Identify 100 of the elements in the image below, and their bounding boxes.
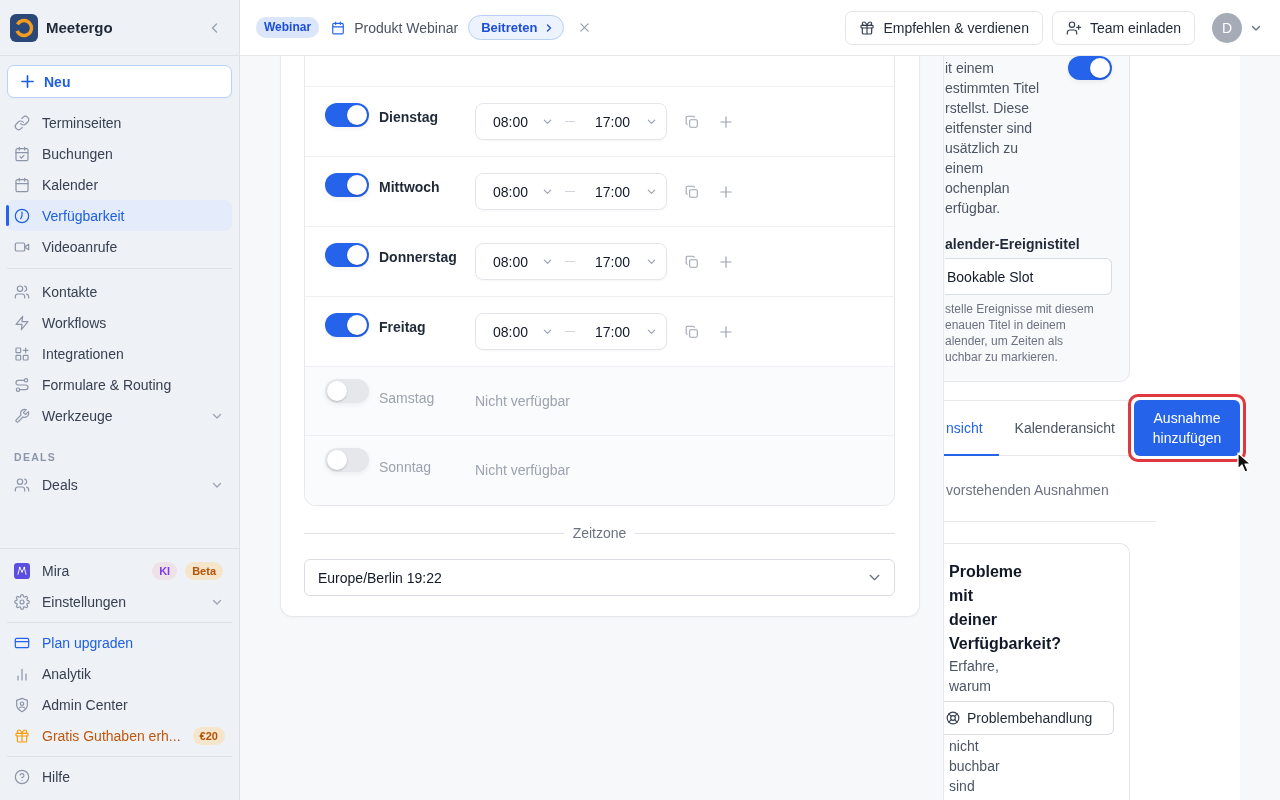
sidebar-item[interactable]: Admin Center bbox=[6, 689, 232, 720]
sidebar-item[interactable]: Werkzeuge bbox=[6, 400, 232, 431]
people-icon bbox=[14, 283, 30, 300]
sidebar-item[interactable]: Formulare & Routing bbox=[6, 369, 232, 400]
shield-user-icon bbox=[14, 696, 30, 713]
sidebar-item[interactable]: Terminseiten bbox=[6, 107, 232, 138]
end-time-select[interactable]: 17:00 bbox=[595, 253, 658, 270]
help-title: Probleme mit deiner Verfügbarkeit? bbox=[949, 562, 1063, 654]
sidebar-item[interactable]: Integrationen bbox=[6, 338, 232, 369]
sidebar-item[interactable]: Plan upgraden bbox=[6, 627, 232, 658]
toggle-switch[interactable] bbox=[325, 379, 369, 403]
start-time-select[interactable]: 08:00 bbox=[493, 253, 554, 270]
copy-icon[interactable] bbox=[685, 255, 699, 269]
toggle-switch[interactable] bbox=[325, 173, 369, 197]
clock-icon bbox=[14, 207, 30, 224]
sidebar-item[interactable]: Videoanrufe bbox=[6, 231, 232, 262]
day-label: Donnerstag bbox=[379, 248, 458, 267]
help-icon bbox=[14, 768, 30, 785]
description-text: it einem estimmten Titel rstellst. Diese eitfenster sind usätzlich zu einem ochenplan erfügbar. bbox=[945, 59, 1040, 218]
time-range-field[interactable]: 08:00 17:00 bbox=[475, 313, 667, 350]
calendar-icon bbox=[331, 20, 346, 35]
timezone-select[interactable]: Europe/Berlin 19:22 bbox=[304, 559, 895, 596]
copy-icon[interactable] bbox=[685, 185, 699, 199]
referral-button[interactable]: Empfehlen & verdienen bbox=[845, 10, 1043, 45]
field-label: alender-Ereignistitel bbox=[945, 235, 1081, 254]
sidebar-item[interactable]: Verfügbarkeit bbox=[6, 200, 232, 231]
toggle-switch[interactable] bbox=[325, 103, 369, 127]
add-exception-button[interactable]: Ausnahme hinzufügen bbox=[1134, 400, 1240, 456]
end-time-select[interactable]: 17:00 bbox=[595, 323, 658, 340]
sidebar-item[interactable]: Gratis Guthaben erh... €20 bbox=[6, 720, 232, 751]
close-icon[interactable] bbox=[578, 22, 590, 33]
end-time-select[interactable]: 17:00 bbox=[595, 183, 658, 200]
event-type-label: Webinar bbox=[256, 17, 320, 38]
time-range-field[interactable]: 08:00 17:00 bbox=[475, 173, 667, 210]
lightning-icon bbox=[14, 314, 30, 331]
feature-label: Beta bbox=[185, 561, 223, 580]
credit-amount: €20 bbox=[192, 726, 225, 745]
sidebar-item[interactable]: Mira KI Beta bbox=[6, 555, 232, 586]
calendar-check-icon bbox=[14, 145, 30, 162]
logo-icon bbox=[10, 13, 38, 42]
grid-plus-icon bbox=[14, 345, 30, 362]
day-label: Mittwoch bbox=[379, 178, 441, 197]
toggle-switch[interactable] bbox=[1068, 56, 1112, 80]
sidebar-item[interactable]: Buchungen bbox=[6, 138, 232, 169]
wrench-icon bbox=[14, 407, 30, 424]
plus-icon[interactable] bbox=[720, 326, 732, 338]
toggle-switch[interactable] bbox=[325, 243, 369, 267]
troubleshoot-button[interactable]: Problembehandlung bbox=[944, 701, 1114, 735]
help-text: Erfahre, warum bbox=[949, 657, 1000, 696]
user-plus-icon bbox=[1065, 19, 1082, 36]
chevron-down-icon bbox=[542, 326, 554, 337]
copy-icon[interactable] bbox=[685, 325, 699, 339]
sidebar-item[interactable]: Hilfe bbox=[6, 761, 232, 792]
section-label: Zeitzone bbox=[571, 525, 628, 541]
day-label: Samstag bbox=[379, 389, 436, 408]
unavailable-text: Nicht verfügbar bbox=[475, 392, 570, 411]
brand-name: Meetergo bbox=[46, 19, 113, 36]
chevron-down-icon bbox=[646, 326, 658, 337]
plus-icon[interactable] bbox=[720, 116, 732, 128]
start-time-select[interactable]: 08:00 bbox=[493, 183, 554, 200]
time-range-field[interactable]: 08:00 17:00 bbox=[475, 243, 667, 280]
sidebar-item[interactable]: Analytik bbox=[6, 658, 232, 689]
sidebar-item[interactable]: Kalender bbox=[6, 169, 232, 200]
help-text: nicht buchbar sind bbox=[949, 737, 1001, 796]
start-time-select[interactable]: 08:00 bbox=[493, 323, 554, 340]
day-label: Sonntag bbox=[379, 458, 433, 477]
day-label: Dienstag bbox=[379, 108, 440, 127]
feature-label: KI bbox=[152, 561, 178, 580]
section-heading: DEALS bbox=[13, 450, 58, 464]
settings-icon bbox=[14, 593, 30, 610]
tab[interactable]: nsicht bbox=[944, 401, 999, 456]
plus-icon[interactable] bbox=[720, 186, 732, 198]
copy-icon[interactable] bbox=[685, 115, 699, 129]
chevron-down-icon bbox=[646, 256, 658, 267]
sidebar-item[interactable]: Deals bbox=[6, 469, 232, 500]
network-tile-icon bbox=[14, 562, 30, 579]
plus-icon bbox=[21, 75, 34, 88]
tab[interactable]: Kalenderansicht bbox=[998, 401, 1131, 456]
sidebar-item[interactable]: Workflows bbox=[6, 307, 232, 338]
join-button[interactable]: Beitreten bbox=[468, 15, 564, 40]
day-label: Freitag bbox=[379, 318, 427, 337]
chevron-down-icon bbox=[646, 116, 658, 127]
toggle-switch[interactable] bbox=[325, 448, 369, 472]
event-title: Produkt Webinar bbox=[354, 19, 459, 36]
new-button[interactable]: Neu bbox=[7, 65, 232, 98]
sidebar-item[interactable]: Kontakte bbox=[6, 276, 232, 307]
chevron-down-icon bbox=[542, 256, 554, 267]
invite-team-button[interactable]: Team einladen bbox=[1051, 10, 1195, 45]
unavailable-text: Nicht verfügbar bbox=[475, 461, 570, 480]
text-input[interactable]: Bookable Slot bbox=[945, 258, 1112, 295]
toggle-switch[interactable] bbox=[325, 313, 369, 337]
end-time-select[interactable]: 17:00 bbox=[595, 113, 658, 130]
link-icon bbox=[14, 114, 30, 131]
chevron-down-icon bbox=[542, 116, 554, 127]
sidebar-item[interactable]: Einstellungen bbox=[6, 586, 232, 617]
plus-icon[interactable] bbox=[720, 256, 732, 268]
calendar-icon bbox=[14, 176, 30, 193]
chevron-down-icon bbox=[646, 186, 658, 197]
start-time-select[interactable]: 08:00 bbox=[493, 113, 554, 130]
time-range-field[interactable]: 08:00 17:00 bbox=[475, 103, 667, 140]
